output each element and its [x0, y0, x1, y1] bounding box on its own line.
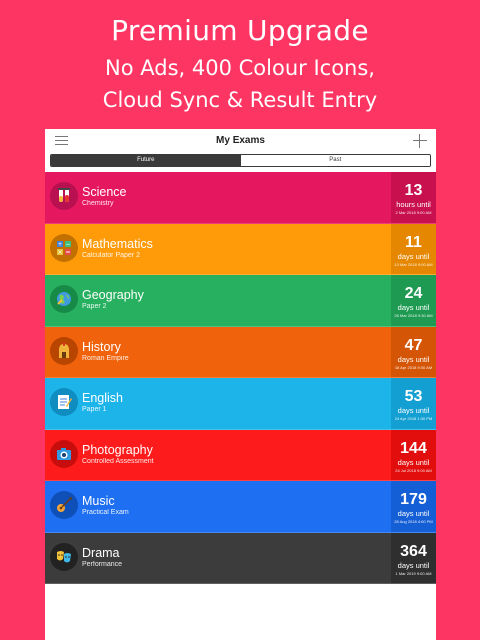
- exam-date: 24 Jul 2018 9:00 AM: [395, 467, 432, 473]
- exam-date: 24 Apr 2018 1:30 PM: [394, 416, 433, 421]
- countdown-number: 364: [400, 542, 427, 560]
- svg-text:=: =: [65, 249, 70, 256]
- calculator-icon: + − × =: [50, 233, 78, 262]
- exam-row-english[interactable]: English Paper 1 53 days until 24 Apr 201…: [45, 378, 436, 430]
- theatre-masks-icon: [50, 542, 78, 571]
- countdown: 364 days until 1 Mar 2019 9:00 AM: [391, 532, 436, 583]
- countdown-number: 144: [400, 439, 427, 457]
- exam-subject: Geography: [82, 288, 144, 302]
- countdown-number: 53: [404, 388, 423, 405]
- page-title: My Exams: [216, 135, 265, 146]
- notepad-icon: [50, 388, 78, 416]
- app-screen: My Exams Future Past Science Chemistry 1…: [45, 129, 436, 640]
- countdown: 47 days until 18 Apr 2018 9:00 AM: [391, 326, 436, 377]
- countdown-unit: days until: [397, 560, 430, 570]
- exam-date: 2 Mar 2018 9:00 AM: [395, 210, 432, 215]
- countdown-unit: days until: [397, 251, 430, 261]
- exam-row-drama[interactable]: Drama Performance 364 days until 1 Mar 2…: [45, 532, 436, 584]
- plus-icon[interactable]: [413, 134, 427, 148]
- countdown-unit: days until: [397, 406, 430, 415]
- exam-detail: Calculator Paper 2: [82, 251, 140, 259]
- exam-detail: Controlled Assessment: [82, 457, 154, 465]
- countdown: 144 days until 24 Jul 2018 9:00 AM: [391, 429, 436, 480]
- exam-subject: Photography: [82, 442, 153, 457]
- promo-subtitle-line-1: No Ads, 400 Colour Icons,: [105, 56, 375, 80]
- exam-detail: Paper 2: [82, 303, 107, 310]
- exam-date: 18 Apr 2018 9:00 AM: [394, 364, 433, 370]
- exam-row-history[interactable]: History Roman Empire 47 days until 18 Ap…: [45, 326, 436, 378]
- exam-subject: Mathematics: [82, 236, 153, 251]
- exam-subject: Drama: [82, 545, 120, 560]
- exam-subject: Science: [82, 185, 127, 199]
- globe-icon: [50, 285, 78, 313]
- countdown-unit: days until: [397, 509, 430, 518]
- exam-detail: Paper 1: [82, 406, 107, 413]
- countdown: 53 days until 24 Apr 2018 1:30 PM: [391, 378, 436, 429]
- navigation-bar: My Exams: [45, 129, 436, 153]
- exam-row-music[interactable]: Music Practical Exam 179 days until 28 A…: [45, 481, 436, 533]
- exam-date: 28 Aug 2018 4:00 PM: [394, 519, 433, 524]
- countdown: 24 days until 26 Mar 2018 9:30 AM: [391, 275, 436, 326]
- exam-row-geography[interactable]: Geography Paper 2 24 days until 26 Mar 2…: [45, 275, 436, 327]
- exam-detail: Performance: [82, 560, 123, 568]
- tab-future[interactable]: Future: [51, 155, 241, 166]
- countdown: 13 hours until 2 Mar 2018 9:00 AM: [391, 172, 436, 223]
- countdown-unit: days until: [397, 354, 430, 364]
- exam-date: 1 Mar 2019 9:00 AM: [395, 570, 432, 576]
- promo-title: Premium Upgrade: [111, 14, 369, 47]
- countdown-number: 11: [405, 233, 422, 251]
- svg-text:+: +: [57, 241, 62, 248]
- exam-date: 13 Mar 2018 9:00 AM: [394, 261, 433, 267]
- exam-row-photography[interactable]: Photography Controlled Assessment 144 da…: [45, 429, 436, 481]
- countdown-number: 179: [400, 491, 427, 508]
- promo-subtitle-line-2: Cloud Sync & Result Entry: [102, 88, 378, 112]
- exam-detail: Practical Exam: [82, 509, 129, 516]
- helmet-icon: [50, 336, 78, 365]
- exam-date: 26 Mar 2018 9:30 AM: [394, 313, 433, 318]
- svg-text:−: −: [65, 241, 70, 248]
- exam-detail: Roman Empire: [82, 354, 129, 362]
- exam-subject: History: [82, 339, 121, 354]
- tab-past[interactable]: Past: [240, 155, 430, 166]
- exam-list: Science Chemistry 13 hours until 2 Mar 2…: [45, 172, 436, 584]
- guitar-icon: [50, 491, 78, 519]
- svg-text:×: ×: [57, 249, 62, 256]
- exam-detail: Chemistry: [82, 200, 114, 207]
- exam-subject: Music: [82, 494, 115, 508]
- exam-subject: English: [82, 391, 123, 405]
- countdown-unit: days until: [397, 457, 430, 467]
- countdown-number: 13: [404, 182, 423, 199]
- countdown: 11 days until 13 Mar 2018 9:00 AM: [391, 223, 436, 274]
- exam-row-mathematics[interactable]: + − × = Mathematics Calculator Paper 2 11 d…: [45, 223, 436, 275]
- camera-icon: [50, 439, 78, 468]
- test-tubes-icon: [50, 182, 78, 210]
- countdown-unit: days until: [397, 303, 430, 312]
- countdown-number: 47: [404, 336, 423, 354]
- countdown-unit: hours until: [396, 200, 431, 209]
- countdown-number: 24: [404, 285, 423, 302]
- exam-row-science[interactable]: Science Chemistry 13 hours until 2 Mar 2…: [45, 172, 436, 224]
- future-past-segmented-control: Future Past: [50, 154, 431, 167]
- countdown: 179 days until 28 Aug 2018 4:00 PM: [391, 481, 436, 532]
